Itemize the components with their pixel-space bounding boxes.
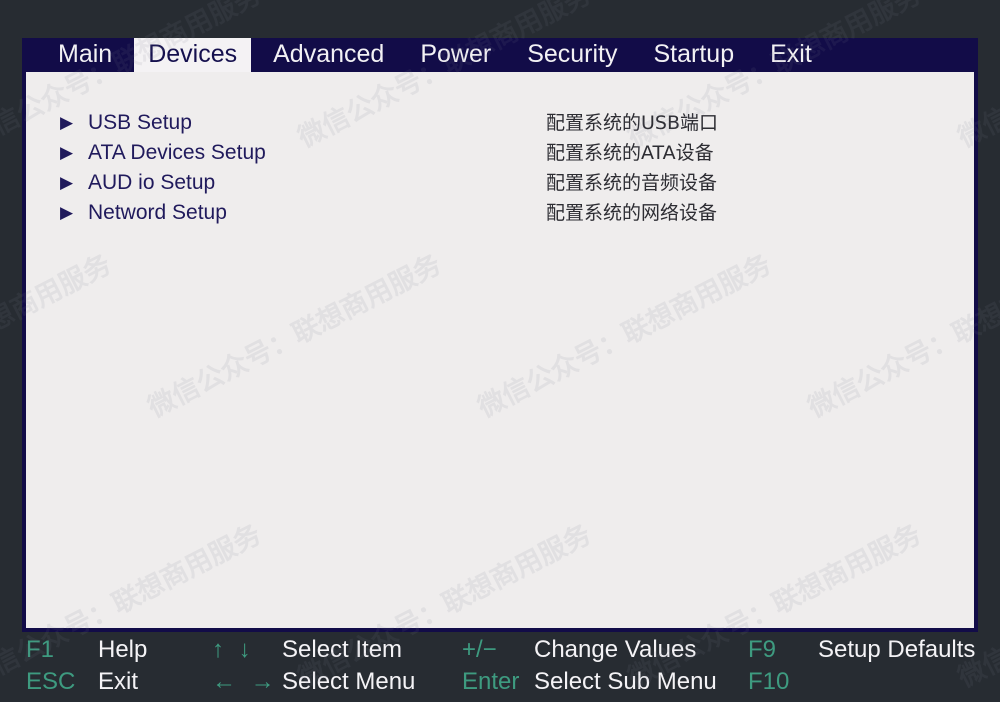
tab-advanced[interactable]: Advanced: [259, 38, 398, 72]
key-enter-action: Select Sub Menu: [534, 668, 717, 695]
tab-security[interactable]: Security: [513, 38, 631, 72]
menu-item-usb-setup[interactable]: ▶ USB Setup 配置系统的USB端口: [26, 108, 974, 138]
submenu-arrow-icon: ▶: [60, 113, 74, 132]
key-legend-row-1: F1 Help ↑ ↓ Select Item +/− Change Value…: [0, 634, 1000, 666]
key-up-down-arrows[interactable]: ↑ ↓: [212, 634, 255, 666]
tab-power[interactable]: Power: [406, 38, 505, 72]
submenu-arrow-icon: ▶: [60, 173, 74, 192]
menu-item-ata-devices-setup[interactable]: ▶ ATA Devices Setup 配置系统的ATA设备: [26, 138, 974, 168]
menu-item-description: 配置系统的网络设备: [546, 202, 718, 224]
key-plus-minus[interactable]: +/−: [462, 634, 497, 666]
key-f1-action: Help: [98, 636, 148, 663]
tab-devices[interactable]: Devices: [134, 38, 252, 72]
menu-item-label: Netword Setup: [88, 201, 227, 224]
key-f9[interactable]: F9: [748, 634, 776, 666]
menu-item-description: 配置系统的ATA设备: [546, 142, 714, 164]
submenu-arrow-icon: ▶: [60, 143, 74, 162]
menu-item-network-setup[interactable]: ▶ Netword Setup 配置系统的网络设备: [26, 198, 974, 228]
key-up-down-action: Select Item: [282, 636, 403, 663]
tab-exit[interactable]: Exit: [756, 38, 826, 72]
menu-item-description: 配置系统的音频设备: [546, 172, 718, 194]
menu-item-label: USB Setup: [88, 111, 192, 134]
submenu-arrow-icon: ▶: [60, 203, 74, 222]
key-esc[interactable]: ESC: [26, 666, 75, 698]
menu-item-description: 配置系统的USB端口: [546, 112, 719, 134]
key-f9-action: Setup Defaults: [818, 636, 976, 663]
key-enter[interactable]: Enter: [462, 666, 519, 698]
key-left-right-arrows[interactable]: ← →: [212, 666, 279, 698]
content-panel: ▶ USB Setup 配置系统的USB端口 ▶ ATA Devices Set…: [26, 72, 974, 628]
key-legend-footer: F1 Help ↑ ↓ Select Item +/− Change Value…: [0, 632, 1000, 702]
menu-bar: Main Devices Advanced Power Security Sta…: [22, 38, 978, 72]
bios-setup-window: Main Devices Advanced Power Security Sta…: [22, 38, 978, 632]
key-legend-row-2: ESC Exit ← → Select Menu Enter Select Su…: [0, 666, 1000, 698]
menu-item-label: ATA Devices Setup: [88, 141, 266, 164]
key-f10[interactable]: F10: [748, 666, 789, 698]
key-f1[interactable]: F1: [26, 634, 54, 666]
key-plus-minus-action: Change Values: [534, 636, 697, 663]
tab-main[interactable]: Main: [44, 38, 126, 72]
tab-startup[interactable]: Startup: [640, 38, 749, 72]
menu-item-audio-setup[interactable]: ▶ AUD io Setup 配置系统的音频设备: [26, 168, 974, 198]
key-esc-action: Exit: [98, 668, 139, 695]
menu-item-label: AUD io Setup: [88, 171, 216, 194]
key-left-right-action: Select Menu: [282, 668, 416, 695]
devices-menu-list: ▶ USB Setup 配置系统的USB端口 ▶ ATA Devices Set…: [26, 72, 974, 628]
